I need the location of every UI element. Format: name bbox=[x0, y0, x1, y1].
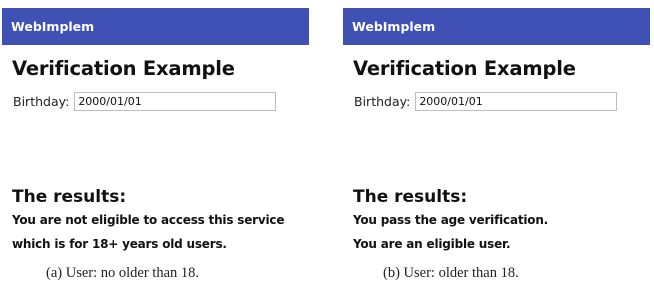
figure-caption-b: (b) User: older than 18. bbox=[383, 265, 519, 281]
birthday-input[interactable]: 2000/01/01 bbox=[415, 92, 618, 111]
birthday-row: Birthday: 2000/01/01 bbox=[354, 92, 618, 111]
birthday-row: Birthday: 2000/01/01 bbox=[13, 92, 277, 111]
result-message-line-2: which is for 18+ years old users. bbox=[12, 237, 227, 251]
page-content: Verification Example Birthday: 2000/01/0… bbox=[12, 45, 309, 257]
app-bar-title: WebImplem bbox=[343, 8, 650, 45]
result-message-line-1: You pass the age verification. bbox=[353, 213, 549, 227]
result-message-line-1: You are not eligible to access this serv… bbox=[12, 213, 285, 227]
birthday-label: Birthday: bbox=[13, 94, 70, 109]
results-heading: The results: bbox=[353, 187, 468, 207]
figure-caption-a: (a) User: no older than 18. bbox=[46, 265, 200, 281]
page-content: Verification Example Birthday: 2000/01/0… bbox=[353, 45, 650, 257]
birthday-label: Birthday: bbox=[354, 94, 411, 109]
app-bar-title: WebImplem bbox=[2, 8, 309, 45]
screenshot-panel-a: WebImplem Verification Example Birthday:… bbox=[2, 8, 309, 257]
results-heading: The results: bbox=[12, 187, 127, 207]
result-message-line-2: You are an eligible user. bbox=[353, 237, 511, 251]
birthday-input[interactable]: 2000/01/01 bbox=[74, 92, 277, 111]
page-title: Verification Example bbox=[353, 57, 576, 80]
screenshot-panel-b: WebImplem Verification Example Birthday:… bbox=[343, 8, 650, 257]
page-title: Verification Example bbox=[12, 57, 235, 80]
